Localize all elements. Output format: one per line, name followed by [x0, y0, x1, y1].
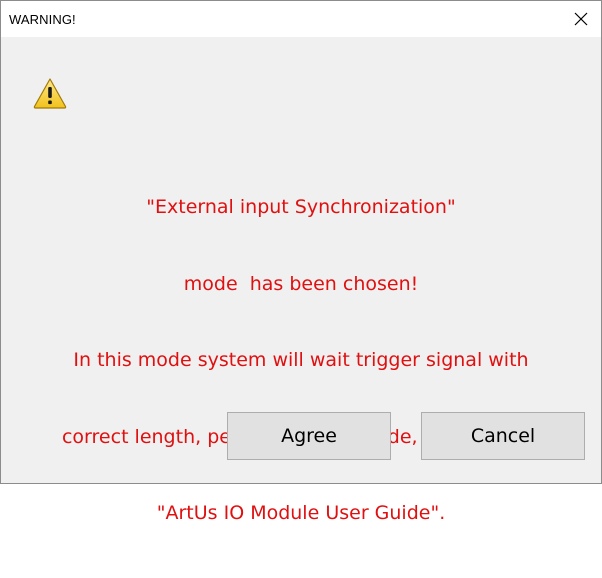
cancel-button[interactable]: Cancel: [421, 412, 585, 460]
warning-triangle-icon: [33, 78, 67, 109]
agree-button[interactable]: Agree: [227, 412, 391, 460]
title-bar[interactable]: WARNING!: [1, 1, 601, 37]
dialog-body: "External input Synchronization" mode ha…: [1, 37, 601, 524]
close-button[interactable]: [561, 1, 601, 37]
message-line: "External input Synchronization": [146, 196, 456, 218]
window-title: WARNING!: [9, 12, 76, 27]
warning-message: "External input Synchronization" mode ha…: [21, 144, 581, 578]
warning-dialog-window: WARNING! "External input Synchronization…: [0, 0, 602, 524]
message-line: "ArtUs IO Module User Guide".: [156, 502, 446, 524]
close-icon: [574, 12, 588, 26]
message-line: mode has been chosen!: [183, 272, 419, 295]
message-line: In this mode system will wait trigger si…: [73, 349, 529, 371]
